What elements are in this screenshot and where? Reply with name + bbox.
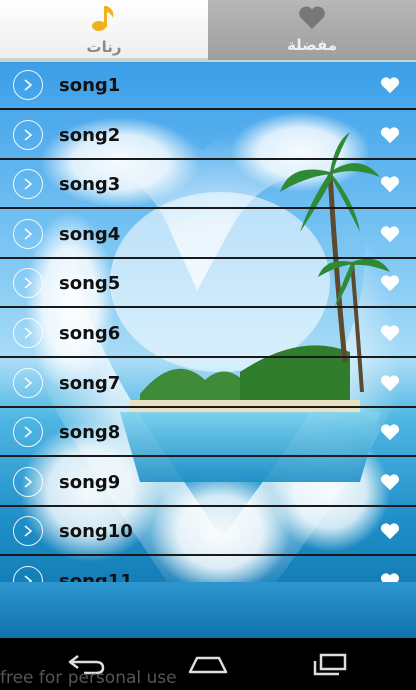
play-chevron-icon[interactable] (13, 70, 43, 100)
song-row[interactable]: song3 (0, 161, 416, 210)
play-chevron-icon[interactable] (13, 417, 43, 448)
song-row[interactable]: song6 (0, 310, 416, 358)
song-title: song8 (59, 422, 121, 444)
watermark-text: free for personal use (0, 668, 177, 688)
favorite-heart-icon[interactable] (380, 275, 400, 296)
song-title: song9 (59, 471, 121, 493)
music-note-icon (91, 4, 117, 36)
play-chevron-icon[interactable] (13, 119, 43, 150)
favorite-heart-icon[interactable] (380, 424, 400, 445)
song-row[interactable]: song1 (0, 62, 416, 110)
favorite-heart-icon[interactable] (380, 374, 400, 396)
song-row[interactable]: song8 (0, 409, 416, 458)
favorite-heart-icon[interactable] (380, 226, 400, 247)
song-title: song10 (59, 521, 133, 543)
song-row[interactable]: song4 (0, 211, 416, 259)
favorite-heart-icon[interactable] (380, 176, 400, 197)
tab-favorites-label: مفضلة (286, 36, 338, 54)
favorite-heart-icon[interactable] (380, 523, 400, 544)
play-chevron-icon[interactable] (13, 466, 43, 497)
home-icon[interactable] (187, 652, 229, 680)
play-chevron-icon[interactable] (13, 566, 43, 582)
song-row[interactable]: song11 (0, 558, 416, 582)
favorite-heart-icon[interactable] (380, 325, 400, 346)
favorite-heart-icon[interactable] (380, 474, 400, 495)
play-chevron-icon[interactable] (13, 318, 43, 348)
song-row[interactable]: song7 (0, 360, 416, 408)
app-screen: رنات مفضلة song1 song2 song3 song4 song5 song… (0, 0, 416, 638)
song-title: song5 (59, 273, 121, 295)
song-title: song6 (59, 323, 121, 344)
tab-favorites[interactable]: مفضلة (208, 0, 416, 60)
tab-ringtones-label: رنات (86, 38, 122, 56)
song-title: song7 (59, 372, 121, 394)
list-bottom-area (0, 582, 416, 638)
song-row[interactable]: song10 (0, 508, 416, 557)
recents-icon[interactable] (311, 652, 349, 680)
song-title: song3 (59, 174, 121, 196)
tab-bar: رنات مفضلة (0, 0, 416, 62)
play-chevron-icon[interactable] (13, 268, 43, 299)
favorite-heart-icon[interactable] (380, 573, 400, 582)
song-list[interactable]: song1 song2 song3 song4 song5 song6 song7 song8… (0, 62, 416, 582)
song-title: song2 (59, 124, 121, 146)
play-chevron-icon[interactable] (13, 169, 43, 200)
song-row[interactable]: song9 (0, 459, 416, 507)
heart-icon (298, 6, 326, 34)
song-title: song11 (59, 571, 133, 582)
play-chevron-icon[interactable] (13, 367, 43, 398)
play-chevron-icon[interactable] (13, 516, 43, 547)
tab-ringtones[interactable]: رنات (0, 0, 208, 60)
favorite-heart-icon[interactable] (380, 126, 400, 148)
song-row[interactable]: song5 (0, 260, 416, 309)
favorite-heart-icon[interactable] (380, 77, 400, 98)
song-row[interactable]: song2 (0, 112, 416, 160)
song-title: song1 (59, 75, 121, 96)
play-chevron-icon[interactable] (13, 218, 43, 249)
song-title: song4 (59, 223, 121, 245)
